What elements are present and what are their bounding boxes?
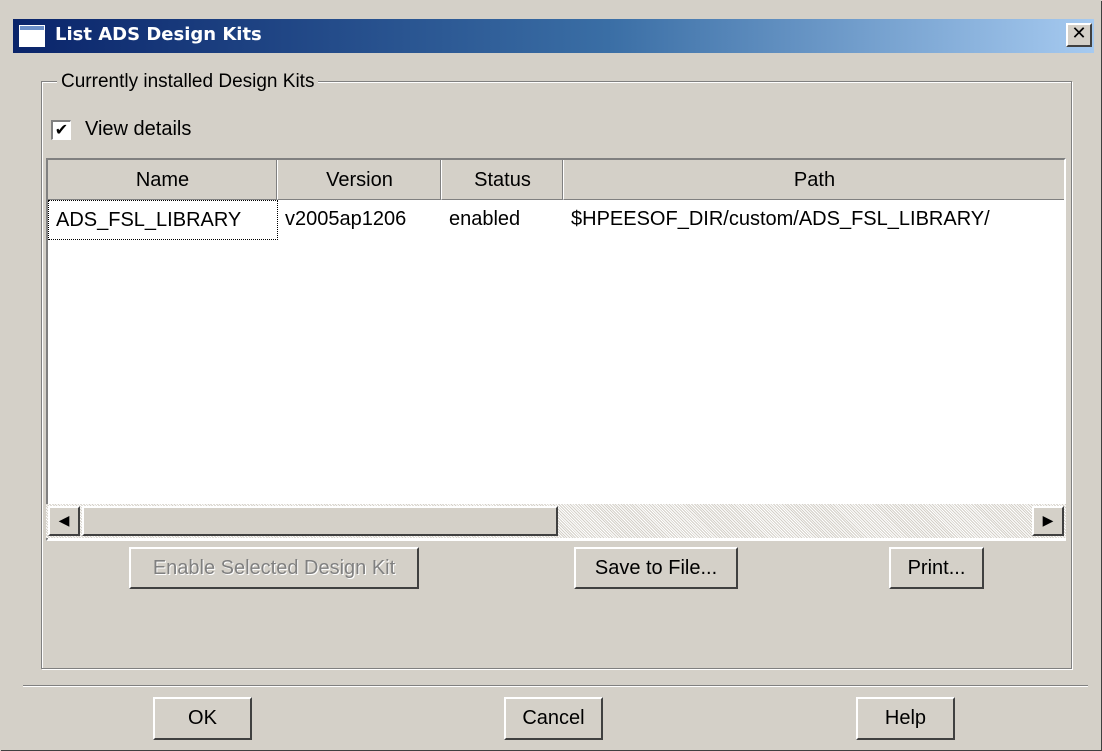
scroll-left-icon[interactable]: ◀ [48,506,80,536]
ok-button[interactable]: OK [153,697,252,740]
enable-selected-kit-button[interactable]: Enable Selected Design Kit [129,547,419,589]
cancel-button[interactable]: Cancel [504,697,603,740]
design-kits-list[interactable]: Name Version Status Path ADS_FSL_LIBRARY… [46,158,1066,541]
title-bar[interactable]: List ADS Design Kits [13,19,1094,53]
column-header-version[interactable]: Version [278,160,442,200]
dialog-window: List ADS Design Kits ✕ Currently install… [0,0,1102,751]
close-icon[interactable]: ✕ [1066,23,1092,47]
table-row[interactable]: ADS_FSL_LIBRARY v2005ap1206 enabled $HPE… [48,200,1064,240]
cell-name[interactable]: ADS_FSL_LIBRARY [48,200,278,240]
view-details-checkbox[interactable]: ✔ [51,120,71,140]
footer-divider [23,685,1088,687]
column-header-name[interactable]: Name [48,160,278,200]
horizontal-scrollbar[interactable]: ◀ ▶ [46,504,1066,538]
print-button[interactable]: Print... [889,547,984,589]
column-header-status[interactable]: Status [442,160,564,200]
cell-version[interactable]: v2005ap1206 [278,200,442,240]
cell-status[interactable]: enabled [442,200,564,240]
save-to-file-button[interactable]: Save to File... [574,547,738,589]
scroll-right-icon[interactable]: ▶ [1032,506,1064,536]
view-details-label: View details [85,118,192,140]
table-header: Name Version Status Path [48,160,1064,200]
window-title: List ADS Design Kits [55,24,262,45]
scroll-thumb[interactable] [82,506,558,536]
groupbox-label: Currently installed Design Kits [57,71,319,93]
column-header-path[interactable]: Path [564,160,1064,200]
cell-path[interactable]: $HPEESOF_DIR/custom/ADS_FSL_LIBRARY/ [564,200,1064,240]
help-button[interactable]: Help [856,697,955,740]
window-icon [19,25,45,47]
